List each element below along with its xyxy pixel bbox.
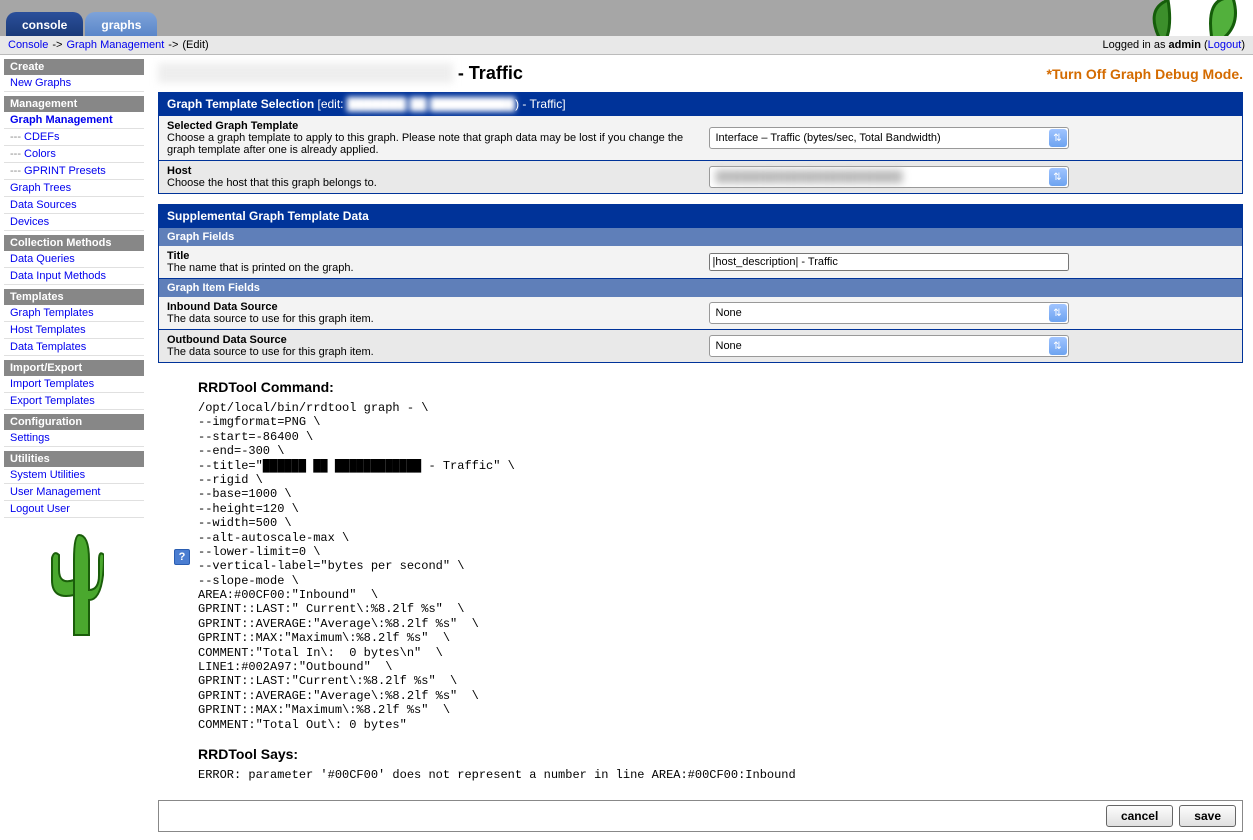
rrd-says-header: RRDTool Says: [198,746,1243,762]
sidebar-logout-user[interactable]: Logout User [4,501,144,518]
sidebar-settings[interactable]: Settings [4,430,144,447]
rrd-debug-block: ? RRDTool Command: /opt/local/bin/rrdtoo… [198,379,1243,782]
sidebar-header-create: Create [4,59,144,75]
sidebar: Create New Graphs Management Graph Manag… [0,55,148,840]
select-outbound-ds[interactable]: None⇅ [709,335,1069,357]
dropdown-icon: ⇅ [1049,129,1067,147]
dropdown-icon: ⇅ [1049,304,1067,322]
select-inbound-ds[interactable]: None⇅ [709,302,1069,324]
section-header-supplemental: Supplemental Graph Template Data [158,204,1243,228]
dropdown-icon: ⇅ [1049,168,1067,186]
sidebar-graph-management[interactable]: Graph Management [4,112,144,129]
rrd-command-header: RRDTool Command: [198,379,1243,395]
rrd-error-text: ERROR: parameter '#00CF00' does not repr… [198,768,1243,782]
label-host: Host Choose the host that this graph bel… [159,161,701,193]
sidebar-import-templates[interactable]: Import Templates [4,376,144,393]
top-tab-bar: console graphs [0,0,1253,36]
sidebar-data-templates[interactable]: Data Templates [4,339,144,356]
logout-link[interactable]: Logout [1208,39,1242,51]
rrd-command-text: /opt/local/bin/rrdtool graph - \ --imgfo… [198,401,1243,732]
page-title: ████████ (██ ███████ ████) - Traffic [158,63,523,84]
sidebar-graph-templates[interactable]: Graph Templates [4,305,144,322]
login-status: Logged in as admin (Logout) [1102,39,1245,51]
sidebar-export-templates[interactable]: Export Templates [4,393,144,410]
sidebar-graph-trees[interactable]: Graph Trees [4,180,144,197]
tab-console[interactable]: console [6,12,83,36]
sidebar-host-templates[interactable]: Host Templates [4,322,144,339]
cancel-button[interactable]: cancel [1106,805,1173,827]
sidebar-header-templates: Templates [4,289,144,305]
sidebar-system-utilities[interactable]: System Utilities [4,467,144,484]
breadcrumb-console[interactable]: Console [8,39,48,51]
breadcrumb-edit: (Edit) [182,39,208,51]
sidebar-devices[interactable]: Devices [4,214,144,231]
sidebar-colors[interactable]: --- Colors [4,146,144,163]
cactus-banner-art [1073,0,1253,36]
sidebar-gprint-presets[interactable]: --- GPRINT Presets [4,163,144,180]
cactus-logo-icon [44,530,104,640]
sidebar-user-management[interactable]: User Management [4,484,144,501]
sidebar-cdefs[interactable]: --- CDEFs [4,129,144,146]
subheader-graph-item-fields: Graph Item Fields [158,279,1243,297]
label-inbound-ds: Inbound Data Source The data source to u… [159,297,701,329]
breadcrumb-bar: Console -> Graph Management -> (Edit) Lo… [0,36,1253,55]
save-button[interactable]: save [1179,805,1236,827]
label-outbound-ds: Outbound Data Source The data source to … [159,330,701,362]
sidebar-header-collection: Collection Methods [4,235,144,251]
select-graph-template[interactable]: Interface – Traffic (bytes/sec, Total Ba… [709,127,1069,149]
sidebar-data-input[interactable]: Data Input Methods [4,268,144,285]
sidebar-data-queries[interactable]: Data Queries [4,251,144,268]
sidebar-data-sources[interactable]: Data Sources [4,197,144,214]
sidebar-header-configuration: Configuration [4,414,144,430]
sidebar-header-import-export: Import/Export [4,360,144,376]
tab-graphs[interactable]: graphs [85,12,157,36]
label-title: Title The name that is printed on the gr… [159,246,701,278]
breadcrumb-graph-mgmt[interactable]: Graph Management [66,39,164,51]
section-header-template-selection: Graph Template Selection [edit: ███████ … [158,92,1243,116]
breadcrumb: Console -> Graph Management -> (Edit) [8,39,209,51]
input-title[interactable] [709,253,1069,271]
dropdown-icon: ⇅ [1049,337,1067,355]
sidebar-header-utilities: Utilities [4,451,144,467]
subheader-graph-fields: Graph Fields [158,228,1243,246]
sidebar-header-management: Management [4,96,144,112]
content-area: ████████ (██ ███████ ████) - Traffic *Tu… [148,55,1253,840]
toggle-debug-link[interactable]: *Turn Off Graph Debug Mode. [1046,66,1243,82]
button-row: cancel save [158,800,1243,832]
label-selected-template: Selected Graph Template Choose a graph t… [159,116,701,160]
help-icon[interactable]: ? [174,549,190,565]
select-host[interactable]: ████████████████████████⇅ [709,166,1069,188]
sidebar-new-graphs[interactable]: New Graphs [4,75,144,92]
